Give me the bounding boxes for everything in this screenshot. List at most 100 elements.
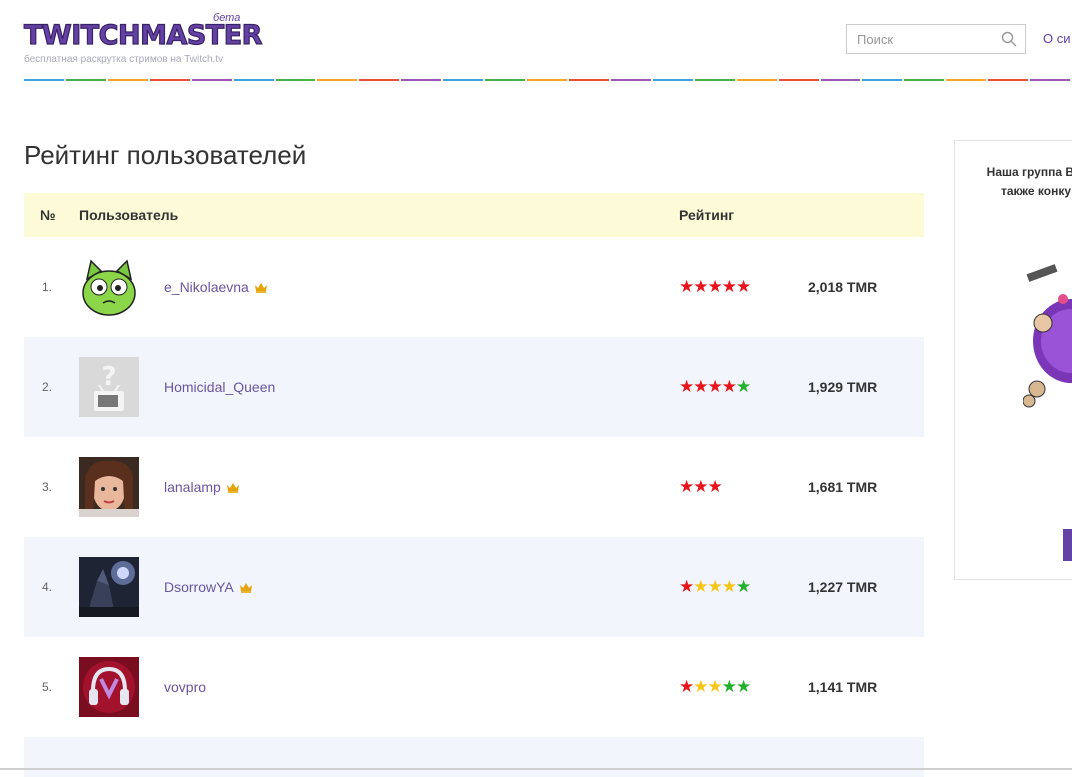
rainbow-segment — [694, 79, 735, 81]
star-rating: ★★★ — [679, 477, 808, 497]
star-icon: ★ — [693, 277, 708, 296]
star-icon: ★ — [693, 477, 708, 496]
table-row: 2.? Homicidal_Queen ★★★★★ 1,929 TMR — [24, 337, 924, 437]
column-header-user: Пользователь — [79, 207, 179, 223]
rainbow-segment — [401, 79, 442, 81]
vk-group-text: Наша группа ВК: также конку — [966, 163, 1072, 201]
rainbow-divider — [24, 79, 1072, 81]
user-cell: e_Nikolaevna — [164, 279, 679, 295]
star-icon: ★ — [679, 677, 694, 696]
rainbow-segment — [946, 79, 987, 81]
column-header-number: № — [40, 207, 56, 223]
search-input[interactable] — [847, 25, 1007, 53]
avatar[interactable] — [79, 557, 139, 617]
rainbow-segment — [778, 79, 819, 81]
star-rating: ★★★★★ — [679, 377, 808, 397]
star-icon: ★ — [679, 577, 694, 596]
rank-number: 4. — [42, 580, 53, 594]
table-body: 1. e_Nikolaevna ★★★★★ 2,018 TMR 2.? Homicidal… — [24, 237, 924, 777]
table-row: 1. e_Nikolaevna ★★★★★ 2,018 TMR — [24, 237, 924, 337]
rainbow-segment — [149, 79, 190, 81]
rank-number: 2. — [42, 380, 53, 394]
crown-icon — [226, 482, 239, 493]
logo-beta-label: бета — [213, 12, 241, 24]
column-header-rating: Рейтинг — [679, 207, 735, 223]
search-icon[interactable] — [1001, 31, 1017, 47]
star-icon: ★ — [679, 377, 694, 396]
crown-icon — [239, 582, 252, 593]
nav-link-about[interactable]: О си — [1043, 31, 1071, 46]
site-header: twitchmaster бета бесплатная раскрутка с… — [0, 0, 1072, 82]
star-icon: ★ — [721, 677, 737, 696]
user-name-link[interactable]: vovpro — [164, 679, 206, 695]
user-cell: lanalamp — [164, 479, 679, 495]
rainbow-segment — [24, 79, 64, 81]
star-icon: ★ — [721, 377, 737, 396]
avatar[interactable] — [79, 257, 139, 317]
mascot-illustration — [1023, 264, 1072, 408]
rainbow-segment — [820, 79, 861, 81]
rating-score: 2,018 TMR — [808, 279, 878, 295]
page-title: Рейтинг пользователей — [24, 140, 307, 170]
user-name-link[interactable]: lanalamp — [164, 479, 221, 495]
rating-score: 1,929 TMR — [808, 379, 878, 395]
star-icon: ★ — [679, 277, 694, 296]
crown-icon — [254, 282, 267, 293]
rainbow-segment — [65, 79, 106, 81]
star-icon: ★ — [693, 577, 708, 596]
table-row — [24, 737, 924, 777]
user-cell: DsorrowYA — [164, 579, 679, 595]
rating-score: 1,141 TMR — [808, 679, 878, 695]
vk-group-text-line2: также конку — [1000, 184, 1072, 198]
rainbow-segment — [317, 79, 358, 81]
star-rating: ★★★★★ — [679, 677, 808, 697]
star-icon: ★ — [693, 677, 708, 696]
user-name-link[interactable]: DsorrowYA — [164, 579, 234, 595]
user-name-link[interactable]: e_Nikolaevna — [164, 279, 249, 295]
avatar[interactable] — [79, 457, 139, 517]
svg-text:?: ? — [101, 362, 116, 392]
rainbow-segment — [275, 79, 316, 81]
star-icon: ★ — [721, 577, 737, 596]
star-rating: ★★★★★ — [679, 277, 808, 297]
user-name-link[interactable]: Homicidal_Queen — [164, 379, 275, 395]
user-cell: vovpro — [164, 679, 679, 695]
rainbow-segment — [988, 79, 1029, 81]
star-icon: ★ — [707, 377, 723, 396]
star-icon: ★ — [736, 277, 751, 296]
rating-score: 1,681 TMR — [808, 479, 878, 495]
vk-group-widget: Наша группа ВК: также конку — [954, 140, 1072, 580]
vk-join-button[interactable] — [1063, 529, 1072, 561]
table-header: № Пользователь Рейтинг — [24, 193, 924, 237]
table-row: 5. vovpro ★★★★★ 1,141 TMR — [24, 637, 924, 737]
vk-group-text-line1: Наша группа ВК: — [986, 165, 1072, 179]
rainbow-segment — [485, 79, 526, 81]
rating-table: № Пользователь Рейтинг 1. e_Nikolaevna ★★★… — [24, 193, 924, 777]
avatar[interactable] — [79, 657, 139, 717]
rainbow-segment — [443, 79, 484, 81]
rainbow-segment — [652, 79, 693, 81]
avatar[interactable]: ? — [79, 357, 139, 417]
table-row: 4. DsorrowYA ★★★★★ 1,227 TMR — [24, 537, 924, 637]
table-row: 3. lanalamp ★★★ 1,681 TMR — [24, 437, 924, 537]
search-box[interactable] — [846, 24, 1026, 54]
star-icon: ★ — [679, 477, 694, 496]
rainbow-segment — [736, 79, 777, 81]
rainbow-segment — [233, 79, 274, 81]
star-icon: ★ — [707, 677, 723, 696]
rainbow-segment — [610, 79, 651, 81]
rainbow-segment — [191, 79, 232, 81]
rainbow-segment — [359, 79, 400, 81]
avatar-cell — [79, 257, 164, 317]
star-icon: ★ — [707, 477, 723, 496]
star-icon: ★ — [693, 377, 708, 396]
star-icon: ★ — [736, 577, 751, 596]
star-icon: ★ — [736, 677, 751, 696]
rank-number: 1. — [42, 280, 53, 294]
avatar-cell — [79, 657, 164, 717]
logo-subtitle: бесплатная раскрутка стримов на Twitch.t… — [24, 54, 224, 65]
logo[interactable]: twitchmaster бета бесплатная раскрутка с… — [23, 12, 263, 65]
star-icon: ★ — [736, 377, 751, 396]
rating-score: 1,227 TMR — [808, 579, 878, 595]
rank-number: 5. — [42, 680, 53, 694]
